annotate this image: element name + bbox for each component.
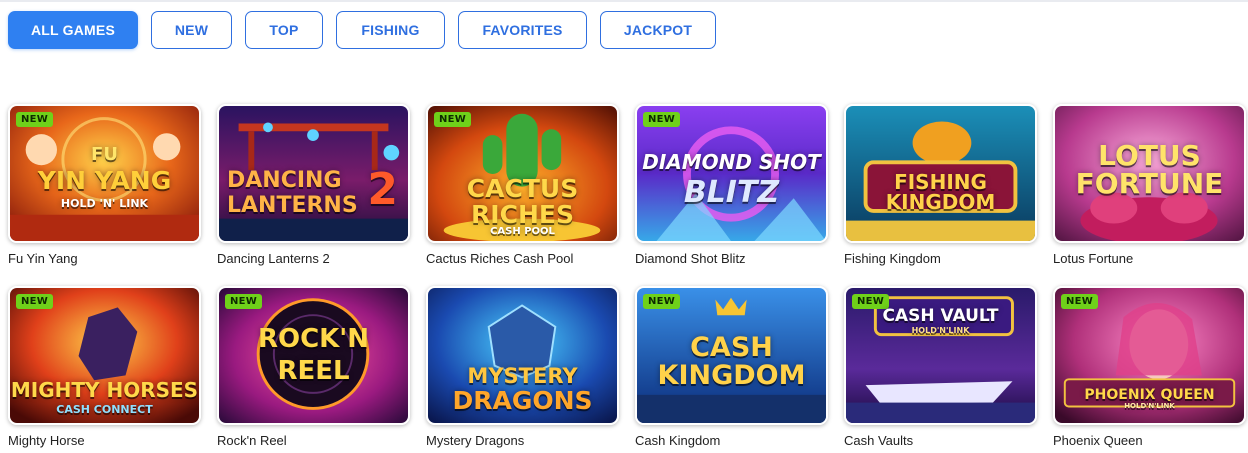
game-thumbnail[interactable]: NEW CACTUS RICHES CASH POOL — [426, 104, 619, 243]
art-line: PHOENIX QUEEN — [1084, 387, 1215, 403]
new-badge: NEW — [434, 112, 472, 127]
game-title[interactable]: Diamond Shot Blitz — [635, 251, 828, 266]
art-line: CASH VAULT — [882, 306, 999, 326]
game-card-cactus-riches[interactable]: NEW CACTUS RICHES CASH POOL Cactus Riche… — [426, 104, 619, 266]
tab-new[interactable]: NEW — [151, 11, 232, 49]
art-line: REEL — [277, 356, 350, 386]
game-title[interactable]: Dancing Lanterns 2 — [217, 251, 410, 266]
tab-all-games[interactable]: ALL GAMES — [8, 11, 138, 49]
game-thumbnail[interactable]: DANCING LANTERNS 2 — [217, 104, 410, 243]
art-line: FISHING — [894, 170, 987, 194]
art-line: KINGDOM — [657, 360, 806, 391]
game-thumbnail[interactable]: MYSTERY DRAGONS — [426, 286, 619, 425]
game-thumbnail[interactable]: NEW CASH KINGDOM — [635, 286, 828, 425]
game-thumbnail[interactable]: NEW DIAMOND SHOT BLITZ — [635, 104, 828, 243]
art-line: FU — [91, 144, 118, 165]
game-card-dancing-lanterns-2[interactable]: DANCING LANTERNS 2 Dancing Lanterns 2 — [217, 104, 410, 266]
game-title[interactable]: Mighty Horse — [8, 433, 201, 448]
game-card-lotus-fortune[interactable]: LOTUS FORTUNE Lotus Fortune — [1053, 104, 1246, 266]
art-line: CACTUS — [466, 174, 579, 203]
game-title[interactable]: Cactus Riches Cash Pool — [426, 251, 619, 266]
game-thumbnail[interactable]: NEW PHOENIX QUEEN HOLD'N'LINK — [1053, 286, 1246, 425]
game-thumbnail[interactable]: FISHING KINGDOM — [844, 104, 1037, 243]
game-thumbnail[interactable]: NEW ROCK'N REEL — [217, 286, 410, 425]
art-line: KINGDOM — [885, 190, 996, 214]
game-title[interactable]: Fishing Kingdom — [844, 251, 1037, 266]
art-line: ROCK'N — [257, 324, 370, 354]
new-badge: NEW — [16, 112, 54, 127]
game-title[interactable]: Fu Yin Yang — [8, 251, 201, 266]
tab-jackpot[interactable]: JACKPOT — [600, 11, 716, 49]
art-line: CASH — [690, 332, 773, 363]
game-card-diamond-shot-blitz[interactable]: NEW DIAMOND SHOT BLITZ Diamond Shot Blit… — [635, 104, 828, 266]
tab-fishing[interactable]: FISHING — [336, 11, 445, 49]
art-line: MYSTERY — [467, 364, 578, 388]
game-card-phoenix-queen[interactable]: NEW PHOENIX QUEEN HOLD'N'LINK Phoenix Qu… — [1053, 286, 1246, 448]
art-line: DIAMOND SHOT — [642, 150, 821, 174]
art-line: CASH CONNECT — [56, 403, 153, 416]
game-title[interactable]: Cash Vaults — [844, 433, 1037, 448]
new-badge: NEW — [225, 294, 263, 309]
game-card-fishing-kingdom[interactable]: FISHING KINGDOM Fishing Kingdom — [844, 104, 1037, 266]
game-thumbnail[interactable]: NEW CASH VAULT HOLD'N'LINK — [844, 286, 1037, 425]
art-line: 2 — [367, 164, 398, 215]
game-thumbnail[interactable]: NEW MIGHTY HORSES CASH CONNECT — [8, 286, 201, 425]
tab-favorites[interactable]: FAVORITES — [458, 11, 587, 49]
art-line: HOLD'N'LINK — [1124, 402, 1175, 410]
new-badge: NEW — [643, 112, 681, 127]
game-card-cash-vaults[interactable]: NEW CASH VAULT HOLD'N'LINK Cash Vaults — [844, 286, 1037, 448]
game-card-mighty-horse[interactable]: NEW MIGHTY HORSES CASH CONNECT Mighty Ho… — [8, 286, 201, 448]
art-line: CASH POOL — [490, 226, 555, 237]
game-title[interactable]: Phoenix Queen — [1053, 433, 1246, 448]
game-title[interactable]: Mystery Dragons — [426, 433, 619, 448]
art-line: DRAGONS — [452, 386, 593, 415]
game-card-cash-kingdom[interactable]: NEW CASH KINGDOM Cash Kingdom — [635, 286, 828, 448]
game-card-rockn-reel[interactable]: NEW ROCK'N REEL Rock'n Reel — [217, 286, 410, 448]
game-title[interactable]: Rock'n Reel — [217, 433, 410, 448]
art-line: LOTUS — [1098, 139, 1201, 172]
new-badge: NEW — [1061, 294, 1099, 309]
art-line: RICHES — [471, 200, 574, 229]
game-thumbnail[interactable]: LOTUS FORTUNE — [1053, 104, 1246, 243]
game-card-mystery-dragons[interactable]: MYSTERY DRAGONS Mystery Dragons — [426, 286, 619, 448]
new-badge: NEW — [16, 294, 54, 309]
art-line: HOLD'N'LINK — [911, 326, 970, 335]
art-line: MIGHTY HORSES — [10, 378, 199, 402]
tab-top[interactable]: TOP — [245, 11, 323, 49]
art-line: BLITZ — [683, 175, 780, 210]
game-thumbnail[interactable]: NEW FU YIN YANG HOLD 'N' LINK — [8, 104, 201, 243]
game-title[interactable]: Cash Kingdom — [635, 433, 828, 448]
game-title[interactable]: Lotus Fortune — [1053, 251, 1246, 266]
art-line: HOLD 'N' LINK — [60, 197, 149, 210]
game-card-fu-yin-yang[interactable]: NEW FU YIN YANG HOLD 'N' LINK Fu Yin Yan… — [8, 104, 201, 266]
art-line: YIN YANG — [37, 166, 172, 195]
new-badge: NEW — [643, 294, 681, 309]
top-divider — [0, 0, 1248, 2]
art-line: FORTUNE — [1075, 167, 1224, 200]
